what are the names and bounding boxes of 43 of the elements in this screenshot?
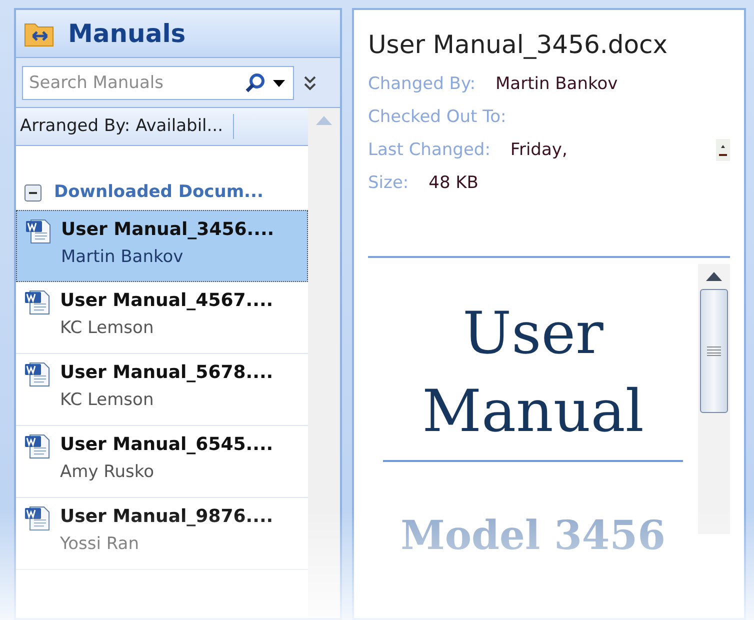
document-name: User Manual_9876.... xyxy=(60,504,274,528)
expand-chevron-icon[interactable] xyxy=(302,74,318,92)
document-item[interactable]: User Manual_3456.... Martin Bankov xyxy=(16,210,308,282)
document-author: Amy Rusko xyxy=(60,460,155,484)
document-name: User Manual_4567.... xyxy=(60,288,274,312)
property-value: Friday, xyxy=(510,138,568,162)
document-item[interactable]: User Manual_4567.... KC Lemson xyxy=(16,282,308,354)
folder-icon xyxy=(24,20,54,46)
property-value: 48 KB xyxy=(428,172,478,194)
property-label: Checked Out To: xyxy=(368,106,506,128)
search-icon xyxy=(244,72,266,94)
document-author: Martin Bankov xyxy=(61,246,184,268)
document-item[interactable]: User Manual_6545.... Amy Rusko xyxy=(16,426,308,498)
property-label: Size: xyxy=(368,172,409,194)
scroll-up-icon[interactable] xyxy=(706,272,722,280)
document-author: KC Lemson xyxy=(60,388,155,412)
property-label: Last Changed: xyxy=(368,138,490,162)
word-document-icon xyxy=(24,360,52,388)
scroll-thumb[interactable] xyxy=(700,288,728,412)
property-label: Changed By: xyxy=(368,72,476,96)
word-document-icon xyxy=(24,288,52,316)
word-document-icon xyxy=(24,432,52,460)
collapse-icon[interactable] xyxy=(24,184,42,202)
document-item[interactable]: User Manual_9876.... Yossi Ran xyxy=(16,498,308,570)
search-field[interactable]: Search Manuals xyxy=(22,66,294,100)
word-document-icon xyxy=(24,504,52,532)
preview-title: User Manual xyxy=(421,298,645,446)
dropdown-caret-icon[interactable] xyxy=(272,78,286,88)
spin-icon[interactable] xyxy=(716,139,730,161)
grip-icon xyxy=(707,346,721,356)
document-name: User Manual_5678.... xyxy=(60,360,274,384)
word-document-icon xyxy=(25,216,53,244)
pane-title: Manuals xyxy=(68,18,186,50)
property-value: Martin Bankov xyxy=(496,72,618,96)
document-item[interactable]: User Manual_5678.... KC Lemson xyxy=(16,354,308,426)
document-name: User Manual_6545.... xyxy=(60,432,274,456)
document-author: KC Lemson xyxy=(60,316,155,340)
document-name: User Manual_3456.... xyxy=(61,218,274,242)
group-header[interactable]: Downloaded Docum... xyxy=(54,180,264,206)
document-author: Yossi Ran xyxy=(60,532,140,556)
document-title: User Manual_3456.docx xyxy=(368,29,669,61)
preview-subtitle: Model 3456 xyxy=(400,510,666,560)
preview-scrollbar[interactable] xyxy=(698,264,730,534)
